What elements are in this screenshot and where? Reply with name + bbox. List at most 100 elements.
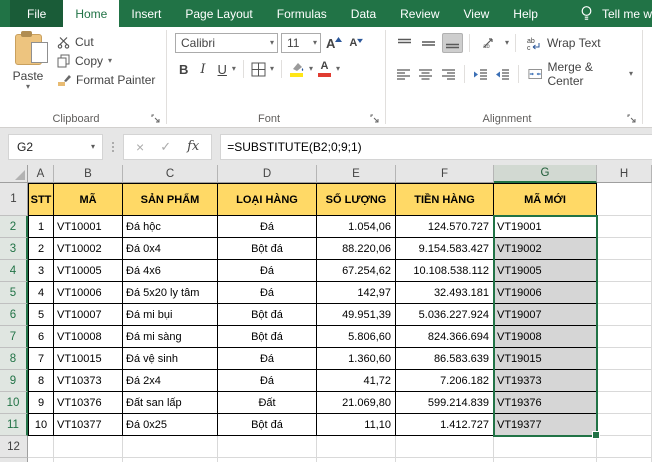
- cell-H11[interactable]: [597, 414, 652, 436]
- cell-C1[interactable]: SẢN PHẨM: [123, 183, 218, 216]
- select-all-button[interactable]: [0, 165, 28, 183]
- cell-C5[interactable]: Đá 5x20 ly tâm: [123, 282, 218, 304]
- cell-D1[interactable]: LOẠI HÀNG: [218, 183, 317, 216]
- cell-B5[interactable]: VT10006: [54, 282, 123, 304]
- cell-A2[interactable]: 1: [28, 216, 54, 238]
- clipboard-dialog-launcher-icon[interactable]: [151, 114, 161, 124]
- cell-F7[interactable]: 824.366.694: [396, 326, 494, 348]
- enter-icon[interactable]: ✓: [160, 139, 171, 155]
- cell-G4[interactable]: VT19005: [494, 260, 597, 282]
- column-header-H[interactable]: H: [597, 165, 652, 183]
- italic-button[interactable]: I: [196, 62, 209, 77]
- tab-view[interactable]: View: [452, 0, 502, 27]
- cell-D2[interactable]: Đá: [218, 216, 317, 238]
- format-painter-button[interactable]: Format Painter: [54, 72, 158, 88]
- column-header-G[interactable]: G: [494, 165, 597, 183]
- cell-G9[interactable]: VT19373: [494, 370, 597, 392]
- tab-page-layout[interactable]: Page Layout: [173, 0, 264, 27]
- font-color-caret[interactable]: ▾: [336, 65, 340, 73]
- cell-E9[interactable]: 41,72: [317, 370, 396, 392]
- row-header-8[interactable]: 8: [0, 348, 28, 370]
- tab-data[interactable]: Data: [339, 0, 388, 27]
- cell-H2[interactable]: [597, 216, 652, 238]
- top-align-button[interactable]: [394, 33, 415, 53]
- cell-H9[interactable]: [597, 370, 652, 392]
- tab-file[interactable]: File: [10, 0, 63, 27]
- cell-C12[interactable]: [123, 436, 218, 458]
- font-dialog-launcher-icon[interactable]: [370, 114, 380, 124]
- cell-D6[interactable]: Bột đá: [218, 304, 317, 326]
- cell-B11[interactable]: VT10377: [54, 414, 123, 436]
- tab-help[interactable]: Help: [501, 0, 550, 27]
- orientation-button[interactable]: ab: [476, 33, 502, 53]
- tell-me-box[interactable]: Tell me w: [580, 0, 652, 27]
- cell-A8[interactable]: 7: [28, 348, 54, 370]
- cell-A6[interactable]: 5: [28, 304, 54, 326]
- alignment-dialog-launcher-icon[interactable]: [627, 114, 637, 124]
- fill-color-button[interactable]: [289, 62, 305, 77]
- row-header-2[interactable]: 2: [0, 216, 28, 238]
- cell-F4[interactable]: 10.108.538.112: [396, 260, 494, 282]
- cell-F10[interactable]: 599.214.839: [396, 392, 494, 414]
- cell-E5[interactable]: 142,97: [317, 282, 396, 304]
- cell-F13[interactable]: [396, 458, 494, 462]
- font-color-button[interactable]: A: [317, 61, 332, 77]
- column-header-A[interactable]: A: [28, 165, 54, 183]
- cell-F11[interactable]: 1.412.727: [396, 414, 494, 436]
- cell-E13[interactable]: [317, 458, 396, 462]
- cell-E4[interactable]: 67.254,62: [317, 260, 396, 282]
- cell-G3[interactable]: VT19002: [494, 238, 597, 260]
- column-header-D[interactable]: D: [218, 165, 317, 183]
- row-header-3[interactable]: 3: [0, 238, 28, 260]
- cell-E3[interactable]: 88.220,06: [317, 238, 396, 260]
- cell-G11[interactable]: VT19377: [494, 414, 597, 436]
- decrease-indent-button[interactable]: [471, 64, 490, 84]
- cell-H7[interactable]: [597, 326, 652, 348]
- column-header-F[interactable]: F: [396, 165, 494, 183]
- row-header-6[interactable]: 6: [0, 304, 28, 326]
- cell-C8[interactable]: Đá vệ sinh: [123, 348, 218, 370]
- cell-C7[interactable]: Đá mi sàng: [123, 326, 218, 348]
- cell-E6[interactable]: 49.951,39: [317, 304, 396, 326]
- cell-C4[interactable]: Đá 4x6: [123, 260, 218, 282]
- increase-font-size-button[interactable]: A: [324, 36, 344, 51]
- cell-G1[interactable]: MÃ MỚI: [494, 183, 597, 216]
- cell-G10[interactable]: VT19376: [494, 392, 597, 414]
- cell-A12[interactable]: [28, 436, 54, 458]
- copy-button[interactable]: Copy ▾: [54, 53, 158, 69]
- cell-D5[interactable]: Đá: [218, 282, 317, 304]
- cell-C6[interactable]: Đá mi bụi: [123, 304, 218, 326]
- underline-dropdown-caret[interactable]: ▾: [232, 65, 236, 73]
- cut-button[interactable]: Cut: [54, 34, 158, 50]
- cell-H12[interactable]: [597, 436, 652, 458]
- cell-F12[interactable]: [396, 436, 494, 458]
- cell-A13[interactable]: [28, 458, 54, 462]
- cell-F5[interactable]: 32.493.181: [396, 282, 494, 304]
- cell-D9[interactable]: Đá: [218, 370, 317, 392]
- cell-D3[interactable]: Bột đá: [218, 238, 317, 260]
- cell-E2[interactable]: 1.054,06: [317, 216, 396, 238]
- merge-center-button[interactable]: Merge & Center ▾: [525, 59, 636, 89]
- cell-B7[interactable]: VT10008: [54, 326, 123, 348]
- cell-G2[interactable]: VT19001: [494, 216, 597, 238]
- cell-B13[interactable]: [54, 458, 123, 462]
- cell-E1[interactable]: SỐ LƯỢNG: [317, 183, 396, 216]
- formula-input[interactable]: =SUBSTITUTE(B2;0;9;1): [220, 134, 652, 160]
- column-header-C[interactable]: C: [123, 165, 218, 183]
- cell-D13[interactable]: [218, 458, 317, 462]
- cell-A1[interactable]: STT: [28, 183, 54, 216]
- tab-insert[interactable]: Insert: [119, 0, 173, 27]
- row-header-11[interactable]: 11: [0, 414, 28, 436]
- borders-dropdown-caret[interactable]: ▾: [270, 65, 274, 73]
- cell-G7[interactable]: VT19008: [494, 326, 597, 348]
- tab-formulas[interactable]: Formulas: [265, 0, 339, 27]
- row-header-12[interactable]: 12: [0, 436, 28, 458]
- column-header-E[interactable]: E: [317, 165, 396, 183]
- cell-C2[interactable]: Đá hộc: [123, 216, 218, 238]
- bold-button[interactable]: B: [175, 62, 192, 77]
- borders-icon[interactable]: [251, 62, 266, 77]
- bottom-align-button[interactable]: [442, 33, 463, 53]
- cell-G6[interactable]: VT19007: [494, 304, 597, 326]
- insert-function-icon[interactable]: fx: [187, 139, 199, 154]
- cell-H8[interactable]: [597, 348, 652, 370]
